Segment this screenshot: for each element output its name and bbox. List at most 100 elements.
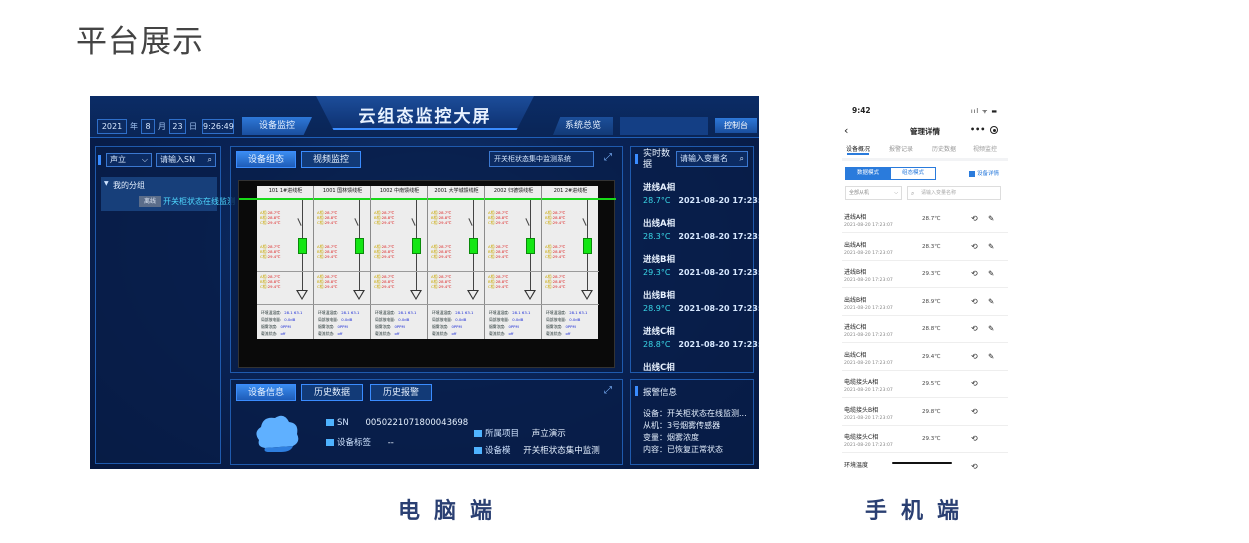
tab-history-alarm[interactable]: 历史报警 [370,384,432,401]
config-mode-button[interactable]: 组态模式 [890,167,936,180]
refresh-icon[interactable]: ⟲ [971,324,978,333]
edit-icon[interactable]: ✎ [988,297,994,306]
mobile-tab-history[interactable]: 历史数据 [932,144,956,153]
year-value[interactable]: 2021 [97,119,127,134]
fullscreen-icon[interactable]: ⤢ [604,152,612,163]
cabinet-column: 201 2#进线柜 A相:28.7℃ B相:28.8℃ C相:29.4℃ A相:28.7… [542,186,599,339]
cabinet-env-row: 烟雾浓度: 0PPM [318,324,348,329]
alarm-device-line: 设备：开关柜状态在线监测... [643,409,747,418]
sn-search-input[interactable]: 请输入SN ⌕ [156,153,216,167]
list-item[interactable]: 进线A相 2021-08-20 17:23:07 28.7℃ ⟲ ✎ [842,206,1008,233]
realtime-item-name: 进线C相 [643,327,675,337]
tag-value: -- [387,438,394,448]
env-value: 0.0dB [455,317,467,322]
refresh-icon[interactable]: ⟲ [971,269,978,278]
refresh-icon[interactable]: ⟲ [971,297,978,306]
list-item[interactable]: 出线C相 2021-08-20 17:23:07 29.4℃ ⟲ ✎ [842,344,1008,371]
sn-search-placeholder: 请输入SN [160,155,196,164]
list-item[interactable]: 进线C相 2021-08-20 17:23:07 28.8℃ ⟲ ✎ [842,316,1008,343]
mobile-tab-alarm-records[interactable]: 报警记录 [889,144,913,153]
mobile-tab-video[interactable]: 视频监控 [973,144,997,153]
refresh-icon[interactable]: ⟲ [971,242,978,251]
cabinet-reading-group: A相:28.7℃ B相:28.8℃ C相:29.4℃ [545,274,565,289]
reading-label: C相: [488,220,496,225]
cabinet-divider [371,271,428,272]
project-label: 所属项目 [485,429,520,439]
data-mode-button[interactable]: 数据模式 [845,167,891,180]
breaker-block [469,238,478,254]
tab-system-overview[interactable]: 系统总览 [553,117,613,135]
reading-label: C相: [431,254,439,259]
tab-video-monitor[interactable]: 视频监控 [301,151,361,168]
env-label: 局部放电量: [375,317,396,322]
edit-icon[interactable]: ✎ [988,352,994,361]
list-item[interactable]: 电缆接头B相 2021-08-20 17:23:07 29.8℃ ⟲ [842,399,1008,426]
cabinet-reading-group: A相:28.7℃ B相:28.8℃ C相:29.4℃ [488,244,508,259]
realtime-item-temp: 28.3°C [643,232,671,241]
reading-value: 29.4℃ [381,254,395,259]
dashboard-title: 云组态监控大屏 [358,107,492,127]
slave-select[interactable]: 全部从机 ⌵ [845,186,902,200]
cabinet-env-row: 载流状态: off [261,331,285,336]
refresh-icon[interactable]: ⟲ [971,462,978,470]
project-select[interactable]: 声立 ⌵ [106,153,152,167]
list-item-name: 环境温度 [844,461,869,469]
tree-group-my-groups[interactable]: ▼ 我的分组 离线 开关柜状态在线监测 [101,177,235,211]
month-value[interactable]: 8 [141,119,155,134]
tab-device-config[interactable]: 设备组态 [236,151,296,168]
edit-icon[interactable]: ✎ [988,269,994,278]
mobile-search-input[interactable]: ⌕ 请输入变量名称 [907,186,1001,200]
reading-value: 29.4℃ [495,254,509,259]
refresh-icon[interactable]: ⟲ [971,379,978,388]
realtime-data-panel: 实时数 据 请输入变量名 ⌕ 进线A相 28.7°C 2021-08-20 17:2… [630,146,759,373]
cabinet-env-row: 载流状态: off [375,331,399,336]
device-detail-link[interactable]: 设备详情 [969,169,999,177]
cabinet-column: 2001 大学城馈线柜 A相:28.7℃ B相:28.8℃ C相:29.4℃ A相:28… [428,186,485,339]
console-button[interactable]: 控制台 [715,118,757,133]
realtime-item-line: 28.8°C 2021-08-20 17:23:07 [643,340,759,349]
env-value: 28.1 63.1 [569,310,588,315]
refresh-icon[interactable]: ⟲ [971,434,978,443]
search-icon[interactable]: ⌕ [740,152,744,166]
reading-value: 29.4℃ [267,254,281,259]
target-icon[interactable] [990,126,998,134]
env-value: 0.0dB [284,317,296,322]
reading-label: C相: [260,254,268,259]
realtime-title: 实时数 据 [643,149,670,171]
project-row: 所属项目 声立演示 [474,427,566,439]
system-select[interactable]: 开关柜状态集中监测系统 [489,151,594,167]
list-item[interactable]: 出线A相 2021-08-20 17:23:07 28.3℃ ⟲ ✎ [842,234,1008,261]
cabinet-reading-group: A相:28.7℃ B相:28.8℃ C相:29.4℃ [317,274,337,289]
more-icon[interactable]: ••• [970,125,985,134]
realtime-item-name: 出线B相 [643,291,675,301]
mobile-tab-overview[interactable]: 设备概况 [846,144,870,153]
refresh-icon[interactable]: ⟲ [971,214,978,223]
edit-icon[interactable]: ✎ [988,242,994,251]
tab-device-info[interactable]: 设备信息 [236,384,296,401]
search-icon[interactable]: ⌕ [208,154,212,166]
env-value: 0PPM [508,324,519,329]
edit-icon[interactable]: ✎ [988,324,994,333]
reading-value: 29.4℃ [495,284,509,289]
day-value[interactable]: 23 [169,119,186,134]
tree-device-item[interactable]: 开关柜状态在线监测 [163,196,235,207]
edit-icon[interactable]: ✎ [988,214,994,223]
caret-down-icon[interactable]: ▼ [104,180,109,187]
refresh-icon[interactable]: ⟲ [971,352,978,361]
list-item[interactable]: 电缆接头A相 2021-08-20 17:23:07 29.5℃ ⟲ [842,371,1008,398]
list-item[interactable]: 出线B相 2021-08-20 17:23:07 28.9℃ ⟲ ✎ [842,289,1008,316]
cabinet-reading-group: A相:28.7℃ B相:28.8℃ C相:29.4℃ [317,244,337,259]
env-label: 局部放电量: [261,317,282,322]
tab-history-data[interactable]: 历史数据 [301,384,363,401]
realtime-item: 出线A相 28.3°C 2021-08-20 17:23:07 [643,217,759,241]
list-item[interactable]: 电缆接头C相 2021-08-20 17:23:07 29.3℃ ⟲ [842,426,1008,453]
variable-search-input[interactable]: 请输入变量名 ⌕ [676,151,748,167]
env-value: 28.1 63.1 [398,310,417,315]
tab-device-monitor[interactable]: 设备监控 [242,117,312,135]
refresh-icon[interactable]: ⟲ [971,407,978,416]
list-item[interactable]: 进线B相 2021-08-20 17:23:07 29.3℃ ⟲ ✎ [842,261,1008,288]
cabinet-env-row: 载流状态: off [432,331,456,336]
list-item-time: 2021-08-20 17:23:07 [844,443,893,448]
fullscreen-icon[interactable]: ⤢ [604,385,612,396]
tag-icon [326,439,334,446]
